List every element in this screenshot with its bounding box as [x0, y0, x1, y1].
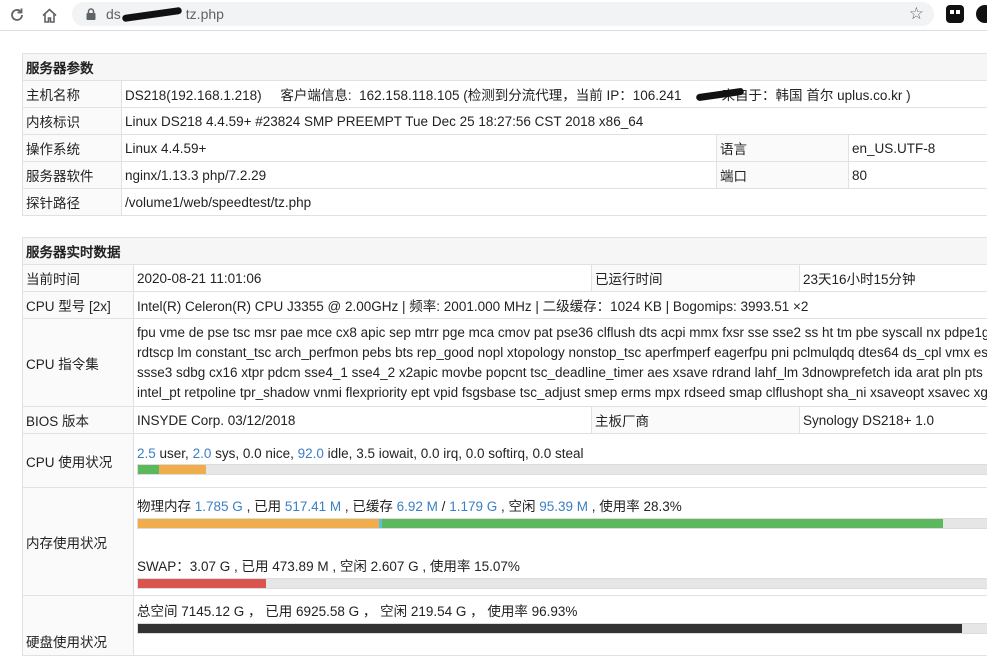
- lang-label: 语言: [717, 135, 849, 162]
- uptime-label: 已运行时间: [592, 265, 800, 292]
- swap-text: SWAP：3.07 G , 已用 473.89 M , 空闲 2.607 G ,…: [137, 555, 987, 575]
- disk-bar: [137, 623, 987, 634]
- section-title: 服务器参数: [23, 54, 987, 81]
- board-value: Synology DS218+ 1.0: [800, 407, 987, 434]
- swap-used-segment: [138, 579, 266, 588]
- extension-icon[interactable]: [976, 5, 987, 23]
- port-value: 80: [849, 162, 987, 189]
- cpu-usage-value: 2.5 user, 2.0 sys, 0.0 nice, 92.0 idle, …: [134, 434, 987, 488]
- server-params-table: 服务器参数 主机名称 DS218(192.168.1.218) 客户端信息: 1…: [22, 53, 987, 216]
- path-label: 探针路径: [23, 189, 122, 216]
- os-value: Linux 4.4.59+: [122, 135, 717, 162]
- lock-icon[interactable]: [84, 7, 98, 21]
- browser-toolbar: dstz.php ☆: [0, 0, 987, 31]
- home-icon[interactable]: [38, 4, 60, 26]
- cpu-model-value: Intel(R) Celeron(R) CPU J3355 @ 2.00GHz …: [134, 292, 987, 319]
- mem-buffers-segment: [382, 519, 943, 528]
- disk-text: 总空间 7145.12 G ， 已用 6925.58 G ， 空闲 219.54…: [137, 600, 987, 620]
- address-bar[interactable]: dstz.php ☆: [72, 2, 934, 26]
- cpu-usage-text: 2.5 user, 2.0 sys, 0.0 nice, 92.0 idle, …: [137, 446, 987, 461]
- host-value: DS218(192.168.1.218) 客户端信息: 162.158.118.…: [122, 81, 987, 108]
- cpu-model-label: CPU 型号 [2x]: [23, 292, 134, 319]
- mem-value: 物理内存 1.785 G , 已用 517.41 M , 已缓存 6.92 M …: [134, 488, 987, 596]
- disk-label: 硬盘使用状况: [23, 596, 134, 656]
- cpu-usage-bar: [137, 464, 987, 475]
- bios-value: INSYDE Corp. 03/12/2018: [134, 407, 592, 434]
- mem-label: 内存使用状况: [23, 488, 134, 596]
- lang-value: en_US.UTF-8: [849, 135, 987, 162]
- disk-value: 总空间 7145.12 G ， 已用 6925.58 G ， 空闲 219.54…: [134, 596, 987, 656]
- software-value: nginx/1.13.3 php/7.2.29: [122, 162, 717, 189]
- host-label: 主机名称: [23, 81, 122, 108]
- time-value: 2020-08-21 11:01:06: [134, 265, 592, 292]
- reload-icon[interactable]: [6, 4, 28, 26]
- realtime-table: 服务器实时数据 当前时间 2020-08-21 11:01:06 已运行时间 2…: [22, 237, 987, 656]
- disk-used-segment: [138, 624, 962, 633]
- uptime-value: 23天16小时15分钟: [800, 265, 987, 292]
- mem-used-segment: [138, 519, 379, 528]
- bios-label: BIOS 版本: [23, 407, 134, 434]
- cpu-flags-label: CPU 指令集: [23, 319, 134, 407]
- swap-bar: [137, 578, 987, 589]
- section-title: 服务器实时数据: [23, 238, 987, 265]
- cpu-sys-segment: [159, 465, 206, 474]
- software-label: 服务器软件: [23, 162, 122, 189]
- port-label: 端口: [717, 162, 849, 189]
- star-icon[interactable]: ☆: [909, 4, 924, 24]
- time-label: 当前时间: [23, 265, 134, 292]
- cpu-flags-value: fpu vme de pse tsc msr pae mce cx8 apic …: [134, 319, 987, 407]
- os-label: 操作系统: [23, 135, 122, 162]
- path-value: /volume1/web/speedtest/tz.php: [122, 189, 987, 216]
- mem-bar: [137, 518, 987, 529]
- cpu-user-segment: [138, 465, 159, 474]
- board-label: 主板厂商: [592, 407, 800, 434]
- kernel-label: 内核标识: [23, 108, 122, 135]
- kernel-value: Linux DS218 4.4.59+ #23824 SMP PREEMPT T…: [122, 108, 987, 135]
- cpu-usage-label: CPU 使用状况: [23, 434, 134, 488]
- mem-text: 物理内存 1.785 G , 已用 517.41 M , 已缓存 6.92 M …: [137, 495, 987, 515]
- extension-icon[interactable]: [946, 5, 964, 23]
